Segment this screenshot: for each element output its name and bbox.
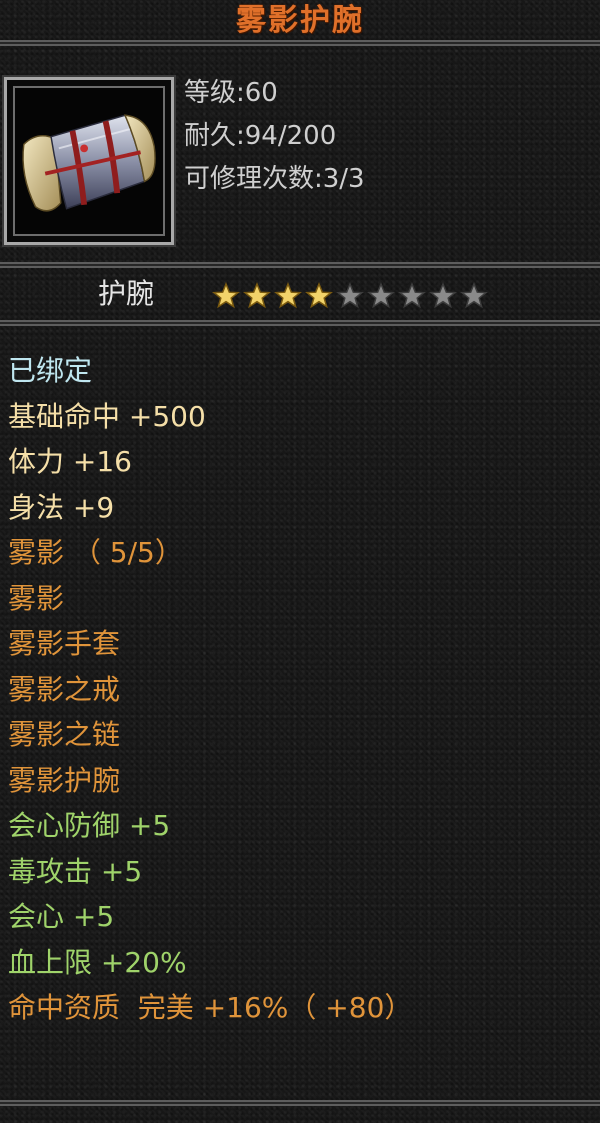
stat-line-bound: 已绑定 <box>8 348 588 394</box>
star-empty-icon <box>335 281 365 310</box>
stat-text: 身法 +9 <box>8 490 115 524</box>
stat-line-bonus: 会心防御 +5 <box>8 803 588 849</box>
header-divider <box>0 262 600 268</box>
star-filled-icon <box>242 281 272 310</box>
stat-text: 雾影之戒 <box>8 672 121 706</box>
type-divider <box>0 320 600 326</box>
stat-text: 雾影 <box>8 581 65 615</box>
stat-line-set: 雾影之戒 <box>8 667 588 713</box>
stat-line-base: 身法 +9 <box>8 485 588 531</box>
item-durability: 耐久:94/200 <box>184 121 337 151</box>
star-filled-icon <box>273 281 303 310</box>
stat-text: 基础命中 +500 <box>8 399 206 433</box>
star-empty-icon <box>459 281 489 310</box>
star-empty-icon <box>428 281 458 310</box>
stat-line-set: 雾影之链 <box>8 712 588 758</box>
bottom-divider <box>0 1100 600 1106</box>
item-repair-count: 可修理次数:3/3 <box>184 164 365 194</box>
stat-line-bonus: 会心 +5 <box>8 894 588 940</box>
item-level: 等级:60 <box>184 78 278 108</box>
star-filled-icon <box>304 281 334 310</box>
stat-line-set: 雾影 <box>8 576 588 622</box>
item-icon-frame[interactable] <box>2 75 176 247</box>
stat-line-set: 雾影 （ 5/5） <box>8 530 588 576</box>
stat-text: 会心 +5 <box>8 900 115 933</box>
item-type-label: 护腕 <box>98 277 155 310</box>
stat-line-bonus: 血上限 +20% <box>8 940 588 986</box>
item-tooltip-panel: 雾影 护腕 等级:60 耐久:94/200 可修理次数:3/3 护腕 已绑定 基础… <box>0 0 600 1123</box>
stats-list: 已绑定基础命中 +500 体力 +16 身法 +9 雾影 （ 5/5） 雾影雾影手套雾影… <box>8 348 588 1031</box>
stat-text: 雾影护腕 <box>8 763 121 797</box>
stat-line-set: 雾影护腕 <box>8 758 588 804</box>
stat-text: 雾影手套 <box>8 627 121 660</box>
star-empty-icon <box>397 281 427 310</box>
stat-text: 已绑定 <box>8 354 93 387</box>
quality-stars <box>211 281 489 310</box>
stat-text: 体力 +16 <box>8 445 132 478</box>
stat-line-base: 基础命中 +500 <box>8 394 588 440</box>
stat-line-set: 雾影手套 <box>8 621 588 667</box>
stat-line-base: 体力 +16 <box>8 439 588 485</box>
title-divider <box>0 40 600 46</box>
stat-text: 雾影 （ 5/5） <box>8 536 183 569</box>
stat-text: 会心防御 +5 <box>8 809 171 842</box>
stat-text: 血上限 +20% <box>8 945 187 979</box>
star-empty-icon <box>366 281 396 310</box>
item-title: 雾影护腕 <box>236 3 364 38</box>
stat-line-bonus: 毒攻击 +5 <box>8 849 588 895</box>
stat-text: 命中资质 完美 +16%（ +80） <box>8 991 413 1024</box>
bracer-icon <box>13 86 165 236</box>
stat-line-quality: 命中资质 完美 +16%（ +80） <box>8 985 588 1031</box>
stat-text: 毒攻击 +5 <box>8 854 143 888</box>
stat-text: 雾影之链 <box>8 718 121 751</box>
star-filled-icon <box>211 281 241 310</box>
